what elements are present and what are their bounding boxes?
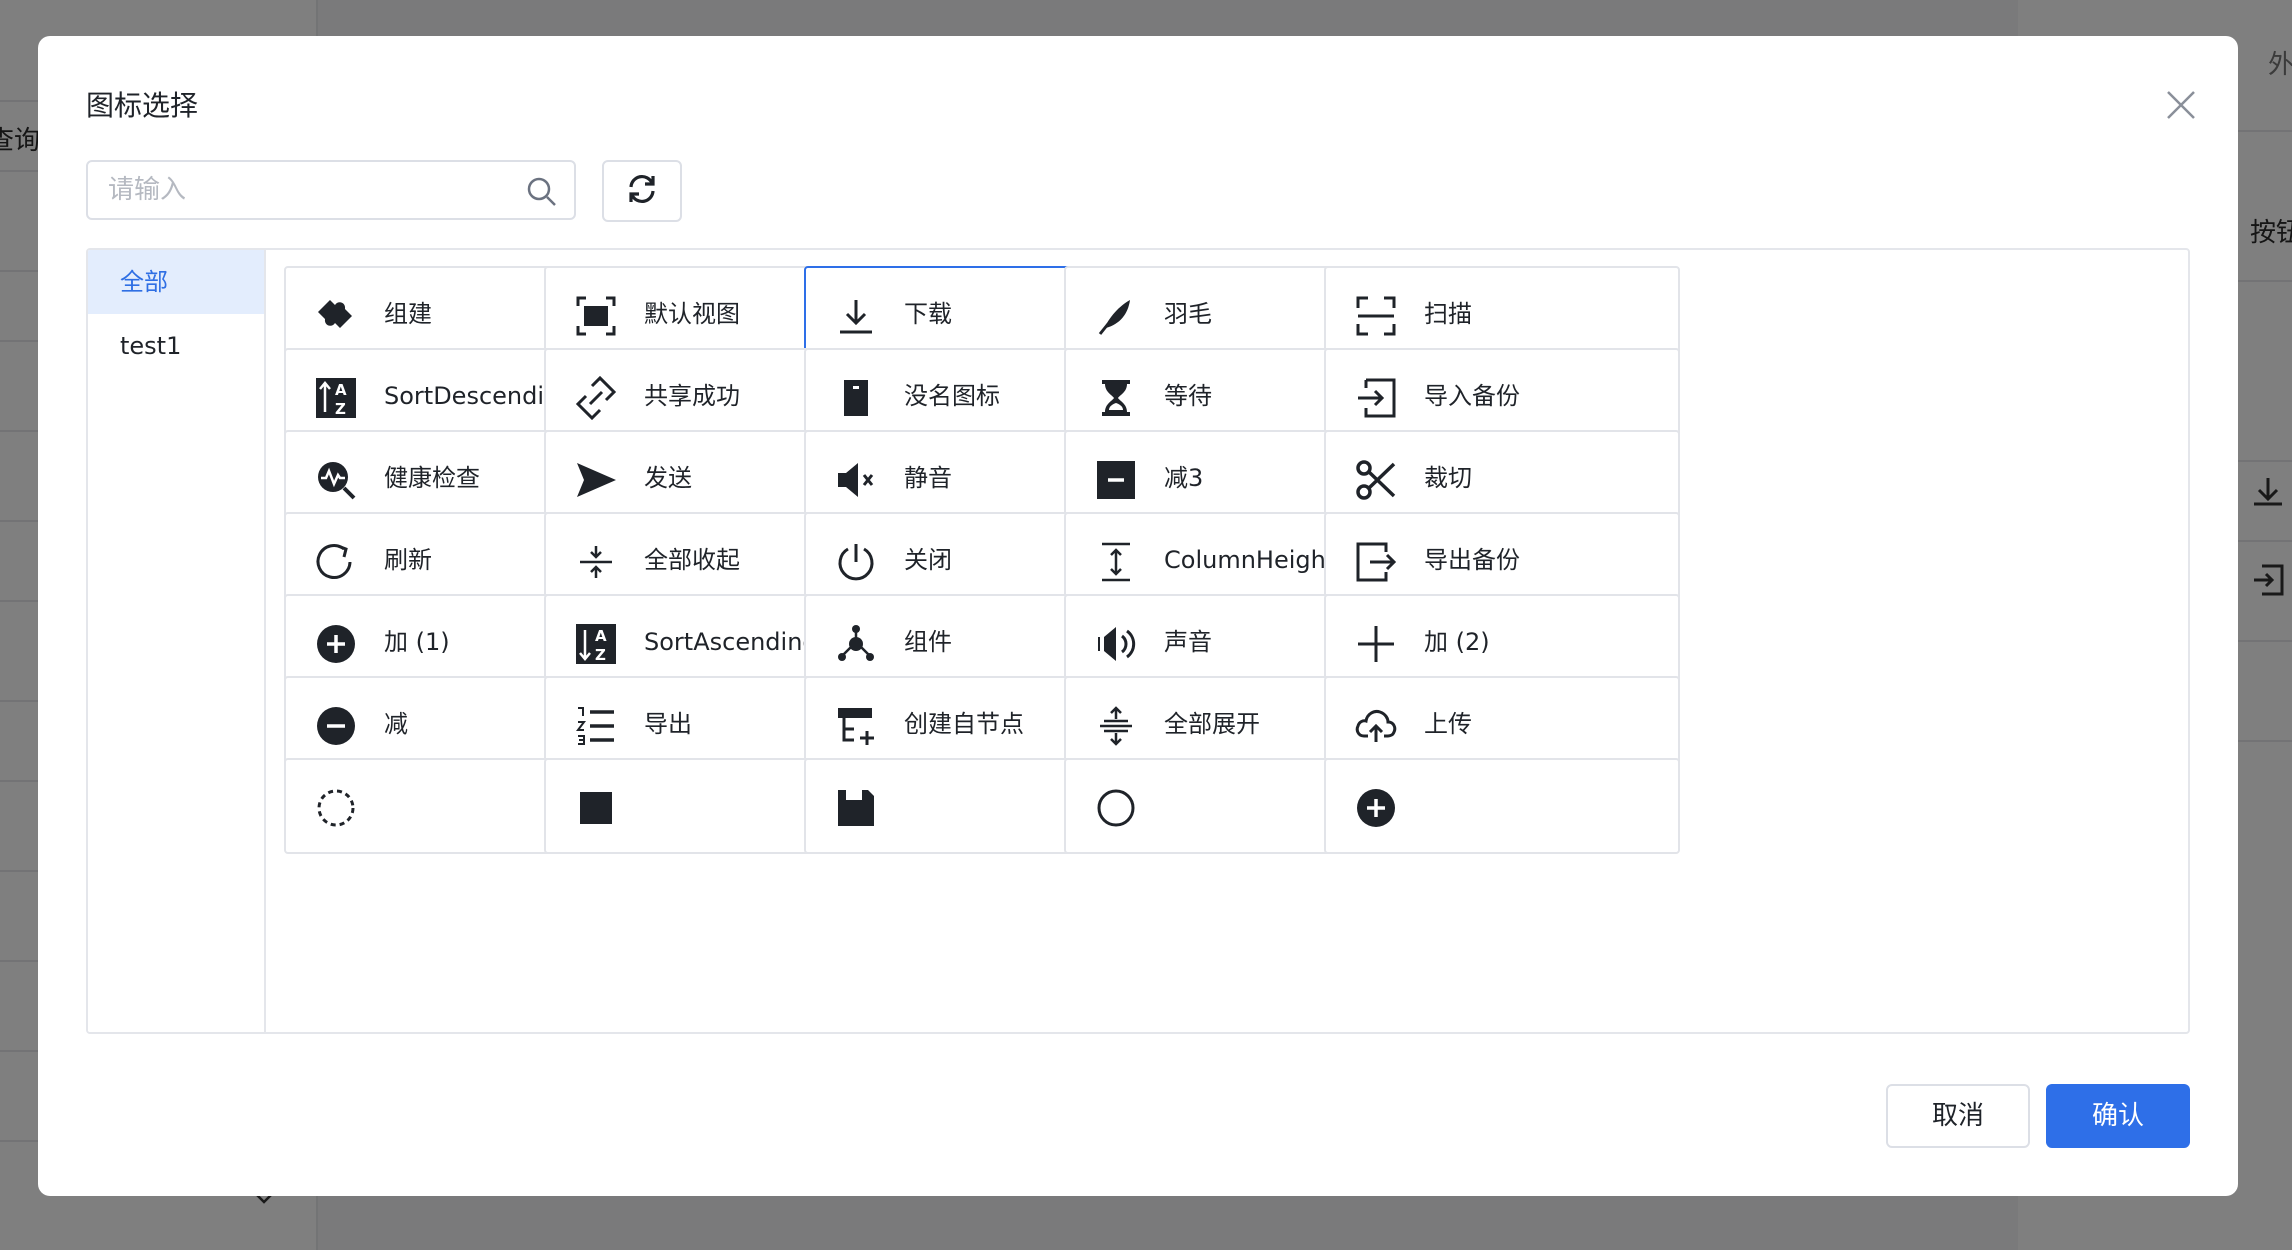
export-icon <box>1352 538 1400 586</box>
icon-label: 全部收起 <box>644 546 740 574</box>
search-input[interactable] <box>108 162 508 218</box>
category-item-test1[interactable]: test1 <box>88 314 264 378</box>
scissor-icon <box>1352 456 1400 504</box>
square-icon <box>572 784 620 832</box>
search-field[interactable] <box>86 160 576 220</box>
icon-label: 减3 <box>1164 464 1204 492</box>
zoom-in-icon <box>1352 784 1400 832</box>
refresh-button[interactable] <box>602 160 682 222</box>
icon-label: 关闭 <box>904 546 952 574</box>
icon-label: 减 <box>384 710 408 738</box>
reload-icon <box>312 538 360 586</box>
fullscreen-view-icon <box>572 292 620 340</box>
minus-square-icon <box>1092 456 1140 504</box>
plus-circle-icon <box>312 620 360 668</box>
send-icon <box>572 456 620 504</box>
icon-label: 导出 <box>644 710 692 738</box>
icon-label: 组件 <box>904 628 952 656</box>
sound-icon <box>1092 620 1140 668</box>
column-height-icon <box>1092 538 1140 586</box>
svg-text:A: A <box>335 381 347 399</box>
icon-label: 加 (1) <box>384 628 450 656</box>
share-link-icon <box>572 374 620 422</box>
icon-label: 导出备份 <box>1424 546 1520 574</box>
plus-icon <box>1352 620 1400 668</box>
icon-label: 默认视图 <box>644 300 740 328</box>
icon-label: 共享成功 <box>644 382 740 410</box>
svg-text:Z: Z <box>595 646 606 664</box>
minus-circle-icon <box>312 702 360 750</box>
dialog-title: 图标选择 <box>86 89 199 122</box>
icon-label: 没名图标 <box>904 382 1000 410</box>
ordered-list-icon <box>572 702 620 750</box>
health-check-icon <box>312 456 360 504</box>
icon-label: SortAscending <box>644 628 818 656</box>
add-child-node-icon <box>832 702 880 750</box>
scan-icon <box>1352 292 1400 340</box>
icon-label: 羽毛 <box>1164 300 1212 328</box>
refresh-icon <box>625 172 659 210</box>
sort-descending-icon: AZ <box>312 374 360 422</box>
icon-label: 裁切 <box>1424 464 1472 492</box>
icon-label: 等待 <box>1164 382 1212 410</box>
import-icon <box>1352 374 1400 422</box>
cloud-upload-icon <box>1352 702 1400 750</box>
download-icon <box>832 292 880 340</box>
icon-label: 加 (2) <box>1424 628 1490 656</box>
cluster-icon <box>832 620 880 668</box>
cancel-button[interactable]: 取消 <box>1886 1084 2030 1148</box>
icon-label: 发送 <box>644 464 692 492</box>
icon-label: 刷新 <box>384 546 432 574</box>
dashed-circle-icon <box>312 784 360 832</box>
icon-browser-panel: 全部 test1 组建 默认视图 下载 羽毛 扫描 A Z SortDescen… <box>86 248 2190 1034</box>
icon-label: 导入备份 <box>1424 382 1520 410</box>
icon-label: ColumnHeight <box>1164 546 1336 574</box>
sort-ascending-icon: AZ <box>572 620 620 668</box>
icon-grid: 组建 默认视图 下载 羽毛 扫描 A Z SortDescending 共享成功… <box>266 250 2188 1032</box>
icon-label: 全部展开 <box>1164 710 1260 738</box>
circle-icon <box>1092 784 1140 832</box>
power-icon <box>832 538 880 586</box>
icon-label: 下载 <box>904 300 952 328</box>
icon-label: 声音 <box>1164 628 1212 656</box>
mute-icon <box>832 456 880 504</box>
icon-label: 组建 <box>384 300 432 328</box>
search-icon[interactable] <box>526 176 558 212</box>
icon-tile[interactable] <box>1324 758 1680 854</box>
expand-all-icon <box>1092 702 1140 750</box>
icon-label: 静音 <box>904 464 952 492</box>
close-icon <box>2165 89 2197 125</box>
collapse-all-icon <box>572 538 620 586</box>
confirm-button[interactable]: 确认 <box>2046 1084 2190 1148</box>
svg-text:A: A <box>595 627 607 645</box>
puzzle-icon <box>312 292 360 340</box>
hourglass-icon <box>1092 374 1140 422</box>
save-icon <box>832 784 880 832</box>
category-list: 全部 test1 <box>88 250 266 1032</box>
feather-icon <box>1092 292 1140 340</box>
close-button[interactable] <box>2156 82 2206 132</box>
door-icon <box>832 374 880 422</box>
icon-picker-dialog: 图标选择 全部 test1 <box>38 36 2238 1196</box>
category-item-all[interactable]: 全部 <box>88 250 264 314</box>
icon-label: 上传 <box>1424 710 1472 738</box>
icon-label: 扫描 <box>1424 300 1472 328</box>
icon-label: 健康检查 <box>384 464 480 492</box>
svg-text:Z: Z <box>335 400 346 418</box>
icon-label: 创建自节点 <box>904 710 1024 738</box>
